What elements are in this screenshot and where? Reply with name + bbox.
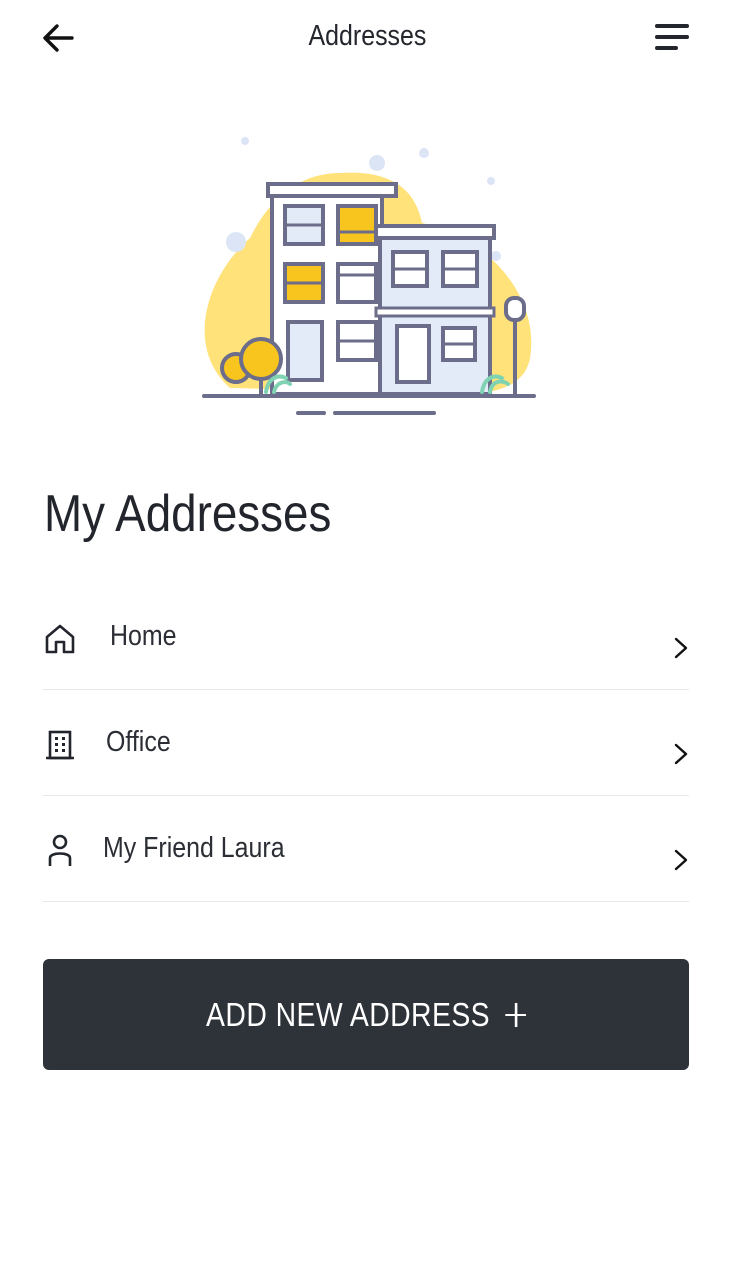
address-label-office: Office: [106, 726, 171, 758]
address-item-friend[interactable]: My Friend Laura: [43, 796, 689, 902]
person-icon: [43, 834, 77, 868]
home-icon: [43, 622, 77, 656]
menu-button[interactable]: [648, 16, 696, 58]
page-title: Addresses: [308, 20, 427, 52]
address-label-home: Home: [110, 620, 177, 652]
add-new-address-button[interactable]: ADD NEW ADDRESS: [43, 959, 689, 1070]
chevron-right-icon: [674, 743, 688, 765]
chevron-right-icon: [674, 637, 688, 659]
top-bar: Addresses: [0, 0, 736, 80]
plus-icon: [505, 1002, 527, 1027]
address-item-home[interactable]: Home: [43, 584, 689, 690]
address-label-friend: My Friend Laura: [103, 832, 285, 864]
add-new-address-label: ADD NEW ADDRESS: [205, 995, 490, 1033]
address-item-office[interactable]: Office: [43, 690, 689, 796]
chevron-right-icon: [674, 849, 688, 871]
section-heading: My Addresses: [44, 485, 332, 543]
building-icon: [43, 728, 77, 762]
buildings-illustration: [190, 128, 550, 428]
address-list: Home Office My Friend Laura: [43, 584, 689, 902]
menu-lines-icon: [655, 24, 689, 50]
